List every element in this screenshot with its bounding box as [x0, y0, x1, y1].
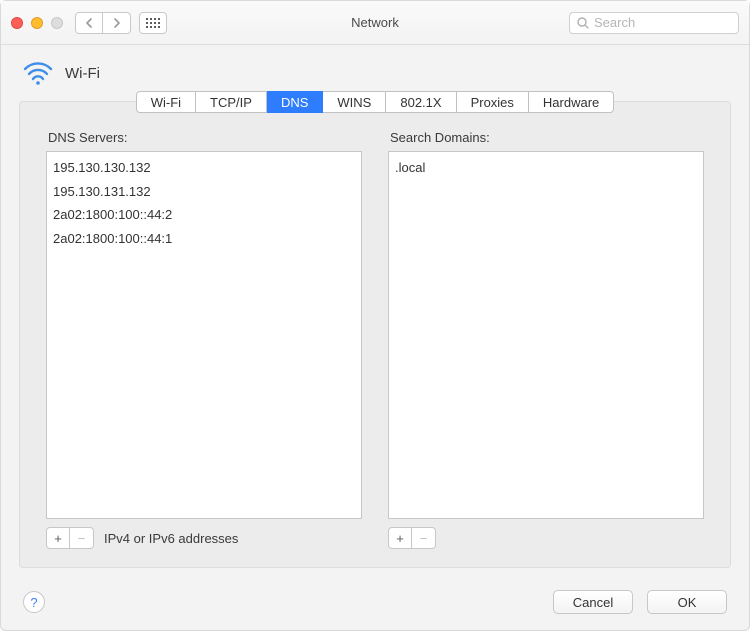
- minimize-window-button[interactable]: [31, 17, 43, 29]
- add-search-domain-button[interactable]: +: [388, 527, 412, 549]
- list-item[interactable]: 195.130.130.132: [53, 156, 355, 180]
- help-icon: ?: [30, 595, 37, 610]
- settings-pane: Wi-Fi TCP/IP DNS WINS 802.1X Proxies Har…: [19, 101, 731, 568]
- tab-wins[interactable]: WINS: [323, 91, 386, 113]
- search-domains-list[interactable]: .local: [388, 151, 704, 519]
- ok-button[interactable]: OK: [647, 590, 727, 614]
- grid-icon: [146, 18, 160, 28]
- interface-name: Wi-Fi: [65, 65, 100, 82]
- footer: ? Cancel OK: [1, 580, 749, 630]
- tab-8021x[interactable]: 802.1X: [386, 91, 456, 113]
- tab-hardware[interactable]: Hardware: [529, 91, 614, 113]
- minus-icon: −: [420, 531, 428, 546]
- plus-icon: +: [54, 531, 62, 546]
- search-domains-label: Search Domains:: [390, 130, 704, 145]
- list-item[interactable]: 2a02:1800:100::44:2: [53, 203, 355, 227]
- help-button[interactable]: ?: [23, 591, 45, 613]
- add-dns-server-button[interactable]: +: [46, 527, 70, 549]
- dns-servers-hint: IPv4 or IPv6 addresses: [104, 531, 238, 546]
- tab-wifi[interactable]: Wi-Fi: [136, 91, 196, 113]
- window-network-advanced: Network Wi-Fi Wi-Fi TCP/IP DNS WINS 802.…: [0, 0, 750, 631]
- forward-button[interactable]: [103, 12, 131, 34]
- list-item[interactable]: 195.130.131.132: [53, 180, 355, 204]
- titlebar: Network: [1, 1, 749, 45]
- remove-dns-server-button[interactable]: −: [70, 527, 94, 549]
- tab-proxies[interactable]: Proxies: [457, 91, 529, 113]
- remove-search-domain-button[interactable]: −: [412, 527, 436, 549]
- close-window-button[interactable]: [11, 17, 23, 29]
- chevron-right-icon: [113, 18, 121, 28]
- wifi-icon: [23, 61, 53, 85]
- chevron-left-icon: [85, 18, 93, 28]
- nav-buttons: [75, 12, 131, 34]
- dns-servers-list[interactable]: 195.130.130.132 195.130.131.132 2a02:180…: [46, 151, 362, 519]
- tabstrip: Wi-Fi TCP/IP DNS WINS 802.1X Proxies Har…: [20, 91, 730, 113]
- back-button[interactable]: [75, 12, 103, 34]
- cancel-button[interactable]: Cancel: [553, 590, 633, 614]
- dns-servers-label: DNS Servers:: [48, 130, 362, 145]
- tab-dns[interactable]: DNS: [267, 91, 323, 113]
- dns-servers-column: DNS Servers: 195.130.130.132 195.130.131…: [46, 124, 362, 549]
- plus-icon: +: [396, 531, 404, 546]
- list-item[interactable]: 2a02:1800:100::44:1: [53, 227, 355, 251]
- traffic-lights: [11, 17, 63, 29]
- show-all-button[interactable]: [139, 12, 167, 34]
- search-domains-column: Search Domains: .local + −: [388, 124, 704, 549]
- minus-icon: −: [78, 531, 86, 546]
- search-input[interactable]: [569, 12, 739, 34]
- zoom-window-button[interactable]: [51, 17, 63, 29]
- tab-tcpip[interactable]: TCP/IP: [196, 91, 267, 113]
- list-item[interactable]: .local: [395, 156, 697, 180]
